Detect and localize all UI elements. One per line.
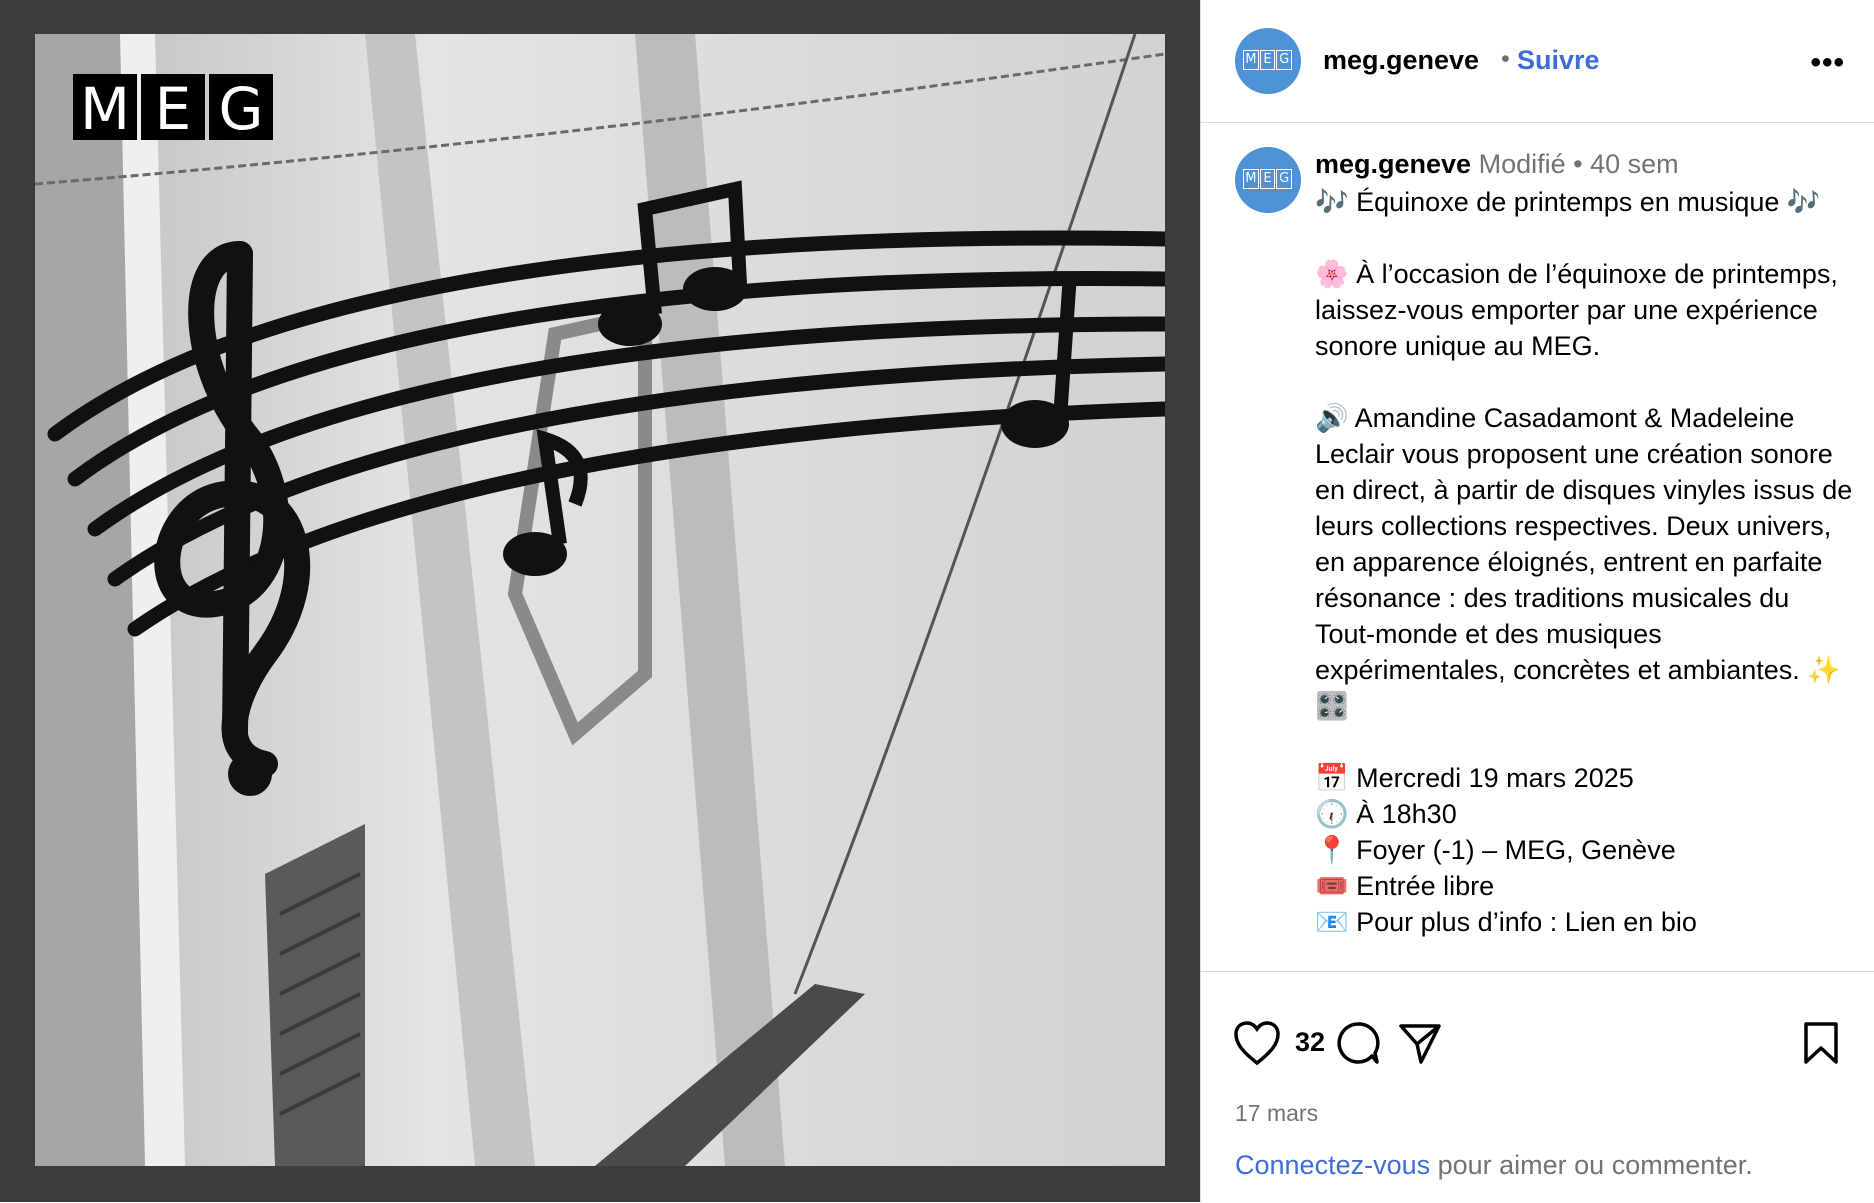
- event-date: 📅 Mercredi 19 mars 2025: [1315, 763, 1634, 793]
- photo-logo-g: G: [219, 75, 264, 143]
- photo-logo-m: M: [80, 75, 130, 143]
- header-separator: •: [1501, 45, 1510, 73]
- caption-header: meg.geneve Modifié • 40 sem: [1315, 149, 1679, 180]
- more-options-icon[interactable]: •••: [1810, 46, 1845, 80]
- post-photo[interactable]: M E G: [35, 34, 1165, 1166]
- share-icon[interactable]: [1397, 1020, 1443, 1071]
- caption-paragraph: 🌸 À l’occasion de l’équinoxe de printemp…: [1315, 256, 1855, 364]
- caption-text: 🎶 Équinoxe de printemps en musique 🎶 🌸 À…: [1315, 184, 1855, 971]
- edited-label: Modifié: [1478, 149, 1566, 179]
- post-side-panel: MEG meg.geneve • Suivre ••• MEG meg.gene…: [1200, 0, 1874, 1202]
- caption-paragraph: 🔊 Amandine Casadamont & Madeleine Leclai…: [1315, 400, 1855, 724]
- caption-separator: •: [1573, 149, 1583, 179]
- event-location: 📍 Foyer (-1) – MEG, Genève: [1315, 835, 1676, 865]
- login-prompt-text: pour aimer ou commenter.: [1430, 1150, 1753, 1180]
- post-media[interactable]: M E G: [0, 0, 1200, 1202]
- post-age[interactable]: 40 sem: [1590, 149, 1679, 179]
- follow-button[interactable]: Suivre: [1517, 45, 1600, 76]
- event-info: 📧 Pour plus d’info : Lien en bio: [1315, 907, 1697, 937]
- caption-username[interactable]: meg.geneve: [1315, 149, 1471, 179]
- header-username[interactable]: meg.geneve: [1323, 45, 1479, 76]
- heart-icon[interactable]: [1233, 1020, 1281, 1071]
- caption-paragraph: 📅 Mercredi 19 mars 2025 🕡 À 18h30 📍 Foye…: [1315, 760, 1855, 940]
- actions-section: 32 17 mars Connectez-vous pour aimer ou …: [1201, 971, 1874, 1203]
- login-link[interactable]: Connectez-vous: [1235, 1150, 1430, 1180]
- caption-paragraph: 🎶 Équinoxe de printemps en musique 🎶: [1315, 184, 1855, 220]
- bookmark-icon[interactable]: [1801, 1020, 1841, 1071]
- like-count[interactable]: 32: [1295, 1027, 1325, 1058]
- comment-icon[interactable]: [1335, 1020, 1381, 1071]
- caption-avatar[interactable]: MEG: [1235, 147, 1301, 213]
- caption-line: 🎶 Équinoxe de printemps en musique 🎶: [1315, 187, 1821, 217]
- post-date[interactable]: 17 mars: [1235, 1100, 1318, 1127]
- avatar[interactable]: MEG: [1235, 28, 1301, 94]
- caption-line: 🌸 À l’occasion de l’équinoxe de printemp…: [1315, 259, 1838, 361]
- event-time: 🕡 À 18h30: [1315, 799, 1457, 829]
- photo-logo-e: E: [155, 75, 192, 143]
- avatar-logo: MEG: [1243, 169, 1293, 189]
- event-entry: 🎟️ Entrée libre: [1315, 871, 1495, 901]
- login-prompt: Connectez-vous pour aimer ou commenter.: [1235, 1150, 1753, 1181]
- caption-section: MEG meg.geneve Modifié • 40 sem 🎶 Équino…: [1201, 123, 1874, 971]
- caption-line: 🔊 Amandine Casadamont & Madeleine Leclai…: [1315, 403, 1853, 721]
- avatar-logo: MEG: [1243, 50, 1293, 70]
- post-header: MEG meg.geneve • Suivre •••: [1201, 0, 1874, 123]
